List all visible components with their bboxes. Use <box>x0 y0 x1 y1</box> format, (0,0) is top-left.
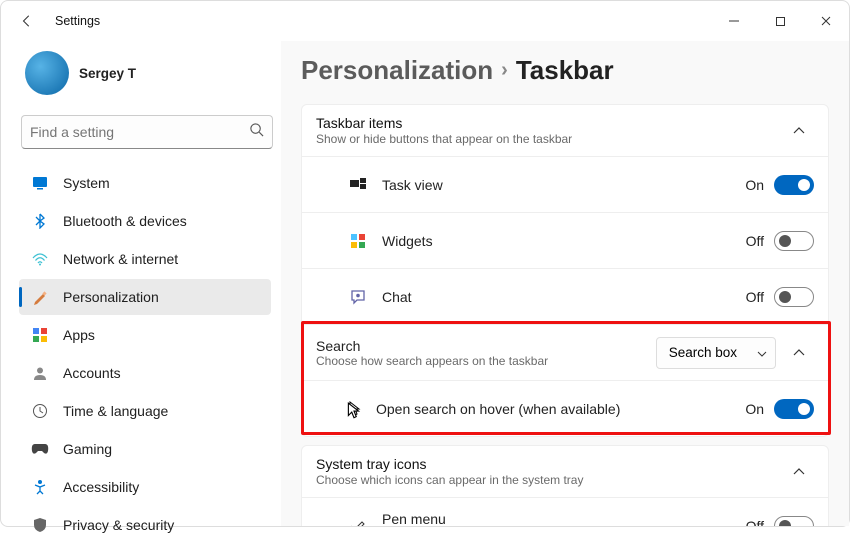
toggle-state: Off <box>746 518 764 527</box>
breadcrumb-current: Taskbar <box>516 55 614 86</box>
search-input[interactable] <box>30 124 249 140</box>
sidebar-item-label: Accessibility <box>63 479 139 495</box>
sidebar-item-bluetooth[interactable]: Bluetooth & devices <box>19 203 271 239</box>
collapse-button[interactable] <box>784 116 814 146</box>
personalization-icon <box>31 288 49 306</box>
sidebar-item-label: Apps <box>63 327 95 343</box>
sidebar-item-label: Personalization <box>63 289 159 305</box>
privacy-icon <box>31 516 49 534</box>
collapse-button[interactable] <box>784 457 814 487</box>
chevron-down-icon <box>757 345 767 360</box>
row-label: Task view <box>382 177 745 193</box>
network-icon <box>31 250 49 268</box>
sidebar-item-label: Bluetooth & devices <box>63 213 187 229</box>
widgets-row: Widgets Off <box>302 212 828 268</box>
sidebar-item-label: Accounts <box>63 365 121 381</box>
accounts-icon <box>31 364 49 382</box>
chat-row: Chat Off <box>302 268 828 324</box>
cursor-icon <box>348 401 362 417</box>
profile-block[interactable]: Sergey T <box>25 51 271 95</box>
sidebar-item-gaming[interactable]: Gaming <box>19 431 271 467</box>
user-name: Sergey T <box>79 66 136 81</box>
taskview-icon <box>348 178 368 192</box>
system-tray-card: System tray icons Choose which icons can… <box>301 445 829 526</box>
search-subtitle: Choose how search appears on the taskbar <box>316 354 656 368</box>
avatar <box>25 51 69 95</box>
sidebar-item-label: Privacy & security <box>63 517 174 533</box>
search-input-container[interactable] <box>21 115 273 149</box>
toggle-state: Off <box>746 289 764 305</box>
sidebar-item-system[interactable]: System <box>19 165 271 201</box>
sidebar-item-label: Time & language <box>63 403 168 419</box>
pen-menu-row: Pen menu Show pen menu icon when pen is … <box>302 497 828 526</box>
sidebar-item-label: System <box>63 175 110 191</box>
taskview-toggle[interactable] <box>774 175 814 195</box>
sidebar-item-time[interactable]: Time & language <box>19 393 271 429</box>
breadcrumb: Personalization › Taskbar <box>301 55 843 86</box>
search-section-header: Search Choose how search appears on the … <box>302 324 828 380</box>
sidebar: Sergey T System Bluetooth & devices Netw… <box>1 41 281 526</box>
section-subtitle: Show or hide buttons that appear on the … <box>316 132 572 146</box>
search-hover-row: Open search on hover (when available) On <box>302 380 828 436</box>
sidebar-item-personalization[interactable]: Personalization <box>19 279 271 315</box>
widgets-icon <box>348 233 368 249</box>
sidebar-item-label: Gaming <box>63 441 112 457</box>
section-subtitle: Choose which icons can appear in the sys… <box>316 473 583 487</box>
sidebar-item-accounts[interactable]: Accounts <box>19 355 271 391</box>
main-content: Personalization › Taskbar Taskbar items … <box>281 41 849 526</box>
row-label: Pen menu <box>382 511 746 527</box>
back-button[interactable] <box>11 5 43 37</box>
dropdown-value: Search box <box>669 345 737 360</box>
pen-icon <box>348 518 368 527</box>
search-icon <box>249 122 264 142</box>
sidebar-item-label: Network & internet <box>63 251 178 267</box>
bluetooth-icon <box>31 212 49 230</box>
chevron-right-icon: › <box>501 59 508 82</box>
apps-icon <box>31 326 49 344</box>
collapse-button[interactable] <box>784 338 814 368</box>
sidebar-item-network[interactable]: Network & internet <box>19 241 271 277</box>
gaming-icon <box>31 440 49 458</box>
minimize-button[interactable] <box>711 5 757 37</box>
breadcrumb-parent[interactable]: Personalization <box>301 55 493 86</box>
widgets-toggle[interactable] <box>774 231 814 251</box>
search-mode-dropdown[interactable]: Search box <box>656 337 776 369</box>
sidebar-item-apps[interactable]: Apps <box>19 317 271 353</box>
taskview-row: Task view On <box>302 156 828 212</box>
chat-icon <box>348 289 368 305</box>
sidebar-item-privacy[interactable]: Privacy & security <box>19 507 271 543</box>
search-hover-toggle[interactable] <box>774 399 814 419</box>
row-label: Open search on hover (when available) <box>376 401 745 417</box>
pen-menu-toggle[interactable] <box>774 516 814 527</box>
system-icon <box>31 174 49 192</box>
window-title: Settings <box>55 14 100 28</box>
time-icon <box>31 402 49 420</box>
sidebar-item-accessibility[interactable]: Accessibility <box>19 469 271 505</box>
taskbar-items-card: Taskbar items Show or hide buttons that … <box>301 104 829 437</box>
search-title: Search <box>316 338 656 354</box>
toggle-state: On <box>745 177 764 193</box>
close-button[interactable] <box>803 5 849 37</box>
section-title: Taskbar items <box>316 115 572 131</box>
chat-toggle[interactable] <box>774 287 814 307</box>
maximize-button[interactable] <box>757 5 803 37</box>
row-label: Widgets <box>382 233 746 249</box>
toggle-state: On <box>745 401 764 417</box>
row-label: Chat <box>382 289 746 305</box>
toggle-state: Off <box>746 233 764 249</box>
section-title: System tray icons <box>316 456 583 472</box>
accessibility-icon <box>31 478 49 496</box>
